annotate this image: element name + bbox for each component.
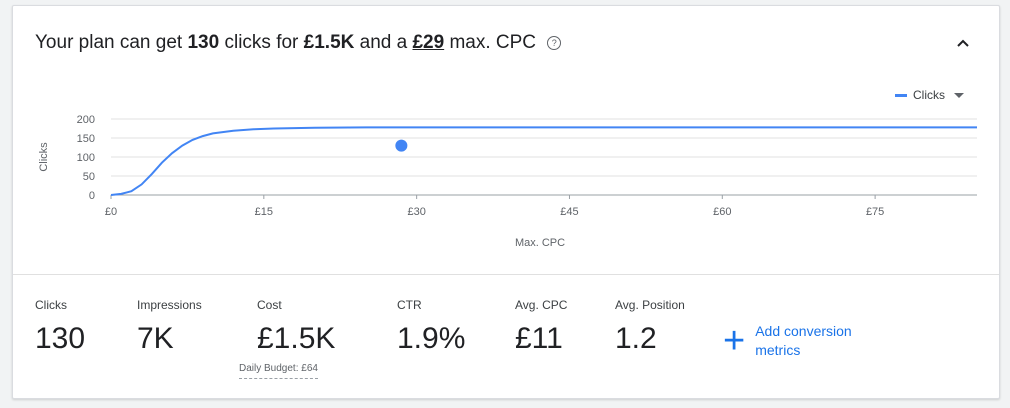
y-tick-label: 150 — [77, 133, 95, 145]
metric-value: 130 — [35, 322, 86, 355]
metric-value: £1.5K — [257, 322, 336, 355]
x-tick-label: £60 — [713, 206, 731, 218]
daily-budget-note[interactable]: Daily Budget: £64 — [239, 363, 318, 379]
metric-ctr[interactable]: CTR 1.9% — [397, 298, 465, 356]
metric-label: Avg. Position — [615, 298, 685, 312]
metric-clicks[interactable]: Clicks 130 — [35, 298, 85, 356]
plus-icon: + — [723, 320, 746, 362]
divider — [13, 274, 999, 275]
y-tick-label: 100 — [77, 152, 95, 164]
y-axis-label: Clicks — [38, 142, 50, 172]
x-axis-label: Max. CPC — [515, 237, 565, 249]
metric-value: 1.9% — [397, 322, 466, 355]
metric-value: £11 — [515, 322, 563, 355]
metric-avg-position[interactable]: Avg. Position 1.2 — [615, 298, 685, 356]
metric-avg-cpc[interactable]: Avg. CPC £11 — [515, 298, 567, 356]
metric-label: Clicks — [35, 298, 67, 312]
add-conversion-metrics-button[interactable]: + Add conversion metrics — [723, 322, 875, 360]
metric-value: 7K — [137, 322, 174, 355]
selected-plan-point[interactable] — [395, 139, 408, 152]
metric-label: Impressions — [137, 298, 202, 312]
x-tick-label: £45 — [560, 206, 578, 218]
x-tick-label: £75 — [866, 206, 884, 218]
metric-label: CTR — [397, 298, 422, 312]
x-tick-label: £15 — [255, 206, 273, 218]
x-tick-label: £0 — [105, 206, 117, 218]
metric-label: Avg. CPC — [515, 298, 568, 312]
x-tick-label: £30 — [407, 206, 425, 218]
metric-impressions[interactable]: Impressions 7K — [137, 298, 202, 356]
y-tick-label: 200 — [77, 114, 95, 126]
y-tick-label: 50 — [83, 171, 95, 183]
clicks-chart[interactable]: 0 50 100 150 200 £0 £15 £30 £45 £60 £75 Max. CPC Cli… — [13, 6, 1001, 274]
forecast-card: Your plan can get 130 clicks for £1.5K a… — [12, 5, 1000, 399]
add-conversion-label: Add conversion metrics — [755, 323, 852, 358]
metric-cost[interactable]: Cost £1.5K — [257, 298, 335, 356]
metric-label: Cost — [257, 298, 282, 312]
metric-value: 1.2 — [615, 322, 657, 355]
y-tick-label: 0 — [89, 190, 95, 202]
